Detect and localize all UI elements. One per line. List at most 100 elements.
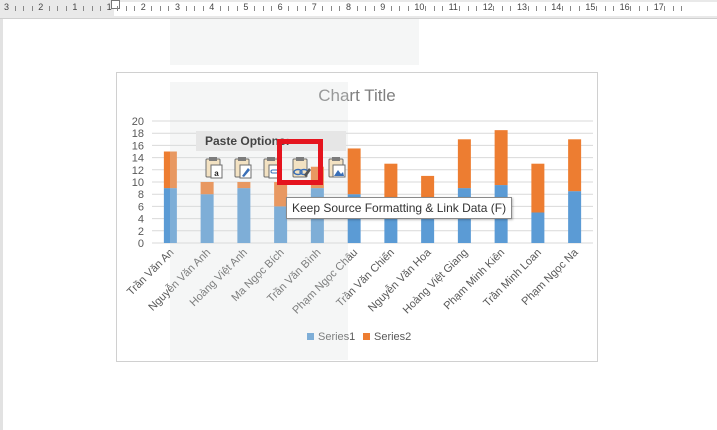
ruler-tick [305, 6, 307, 11]
paste-use-destination-theme-icon: a [205, 157, 223, 179]
svg-text:a: a [214, 169, 219, 178]
ruler-number: 12 [482, 2, 493, 12]
ruler-tick [672, 6, 674, 11]
paste-option-highlight [277, 139, 323, 185]
ruler-number: 8 [346, 2, 352, 12]
ruler-number: 11 [448, 2, 458, 12]
bar-series1[interactable] [531, 212, 545, 244]
bar-series1[interactable] [568, 191, 582, 243]
ruler-tick [14, 6, 16, 11]
ruler-number: 5 [243, 2, 249, 12]
ruler-tick [125, 6, 127, 11]
horizontal-ruler[interactable]: 3 2 1 1 2 3 4 5 6 7 8 9 10 11 12 13 14 15 16 17 [0, 0, 717, 19]
ruler-tick [228, 6, 230, 11]
ruler-tick [194, 6, 196, 11]
ruler-tick [570, 6, 572, 11]
ruler-number: 10 [414, 2, 425, 12]
ruler-tick [253, 6, 255, 11]
left-indent-marker[interactable] [111, 0, 120, 9]
ruler-tick [57, 6, 59, 11]
ruler-number: 6 [277, 2, 283, 12]
paste-picture-icon [328, 157, 346, 178]
ruler-tick [288, 6, 290, 11]
bar-series2[interactable] [457, 139, 471, 189]
ruler-tick [339, 6, 341, 11]
ruler-tick [595, 6, 597, 11]
y-tick-label: 0 [138, 238, 144, 250]
ruler-number: 3 [175, 2, 181, 12]
paste-options-panel: Paste Options: a [196, 131, 346, 183]
ruler-tick [373, 6, 375, 11]
y-tick-label: 14 [132, 153, 144, 165]
ruler-tick [65, 6, 67, 11]
ruler-tick [407, 6, 409, 11]
legend-label[interactable]: Series2 [374, 331, 411, 343]
ruler-tick [134, 6, 136, 11]
ruler-tick [356, 6, 358, 11]
paste-options-title: Paste Options: [196, 131, 346, 151]
drag-selection-ghost [170, 82, 348, 360]
ruler-tick [91, 6, 93, 11]
bar-series2[interactable] [494, 130, 508, 186]
ruler-tick [48, 6, 50, 11]
paste-option-tooltip: Keep Source Formatting & Link Data (F) [286, 197, 513, 219]
legend-swatch [363, 333, 370, 340]
ruler-number: 9 [380, 2, 386, 12]
paste-keep-source-formatting-icon [234, 157, 252, 179]
ruler-tick [23, 6, 25, 11]
ruler-number: 2 [140, 2, 146, 12]
ruler-tick [31, 6, 33, 11]
ruler-tick [681, 6, 683, 11]
y-tick-label: 12 [132, 165, 144, 177]
ruler-tick [185, 6, 187, 11]
x-category-label: Hoàng Việt Giang [401, 247, 471, 317]
y-tick-label: 8 [138, 189, 144, 201]
ruler-tick [578, 6, 580, 11]
ruler-tick [638, 6, 640, 11]
ruler-tick [202, 6, 204, 11]
ruler-tick [467, 6, 469, 11]
paste-use-destination-theme-button[interactable]: a [200, 155, 226, 181]
ruler-tick [476, 6, 478, 11]
y-tick-label: 4 [138, 214, 144, 226]
ruler-tick [424, 6, 426, 11]
y-axis-ticks: 02468101214161820 [132, 116, 144, 250]
ruler-tick [271, 6, 273, 11]
bar-series2[interactable] [568, 139, 582, 192]
ruler-tick [330, 6, 332, 11]
ruler-tick [151, 6, 153, 11]
ruler-tick [613, 6, 615, 11]
ruler-tick [236, 6, 238, 11]
ruler-number: 1 [106, 2, 112, 12]
ruler-tick [647, 6, 649, 11]
ruler-tick [664, 6, 666, 11]
ruler-tick [262, 6, 264, 11]
ruler-tick [459, 6, 461, 11]
y-tick-label: 2 [138, 226, 144, 238]
ruler-number: 17 [653, 2, 664, 12]
page-edge [0, 19, 3, 430]
ruler-tick [296, 6, 298, 11]
selection-ghost-top [170, 19, 419, 65]
ruler-tick [536, 6, 538, 11]
bar-series1[interactable] [421, 218, 435, 243]
ruler-tick [604, 6, 606, 11]
ruler-tick [493, 6, 495, 11]
ruler-number: 14 [551, 2, 562, 12]
bar-series2[interactable] [347, 148, 361, 195]
ruler-tick [117, 6, 119, 11]
ruler-number: 4 [209, 2, 215, 12]
ruler-tick [168, 6, 170, 11]
paste-keep-source-formatting-button[interactable] [229, 155, 255, 181]
ruler-tick [365, 6, 367, 11]
x-category-label: Nguyễn Văn Hoa [365, 245, 434, 314]
ruler-number: 3 [4, 2, 10, 12]
ruler-tick [159, 6, 161, 11]
y-tick-label: 20 [132, 116, 144, 128]
ruler-tick [630, 6, 632, 11]
ruler-tick [82, 6, 84, 11]
y-tick-label: 18 [132, 128, 144, 140]
ruler-number: 1 [72, 2, 78, 12]
bar-series2[interactable] [531, 163, 545, 213]
paste-picture-button[interactable] [323, 155, 349, 181]
